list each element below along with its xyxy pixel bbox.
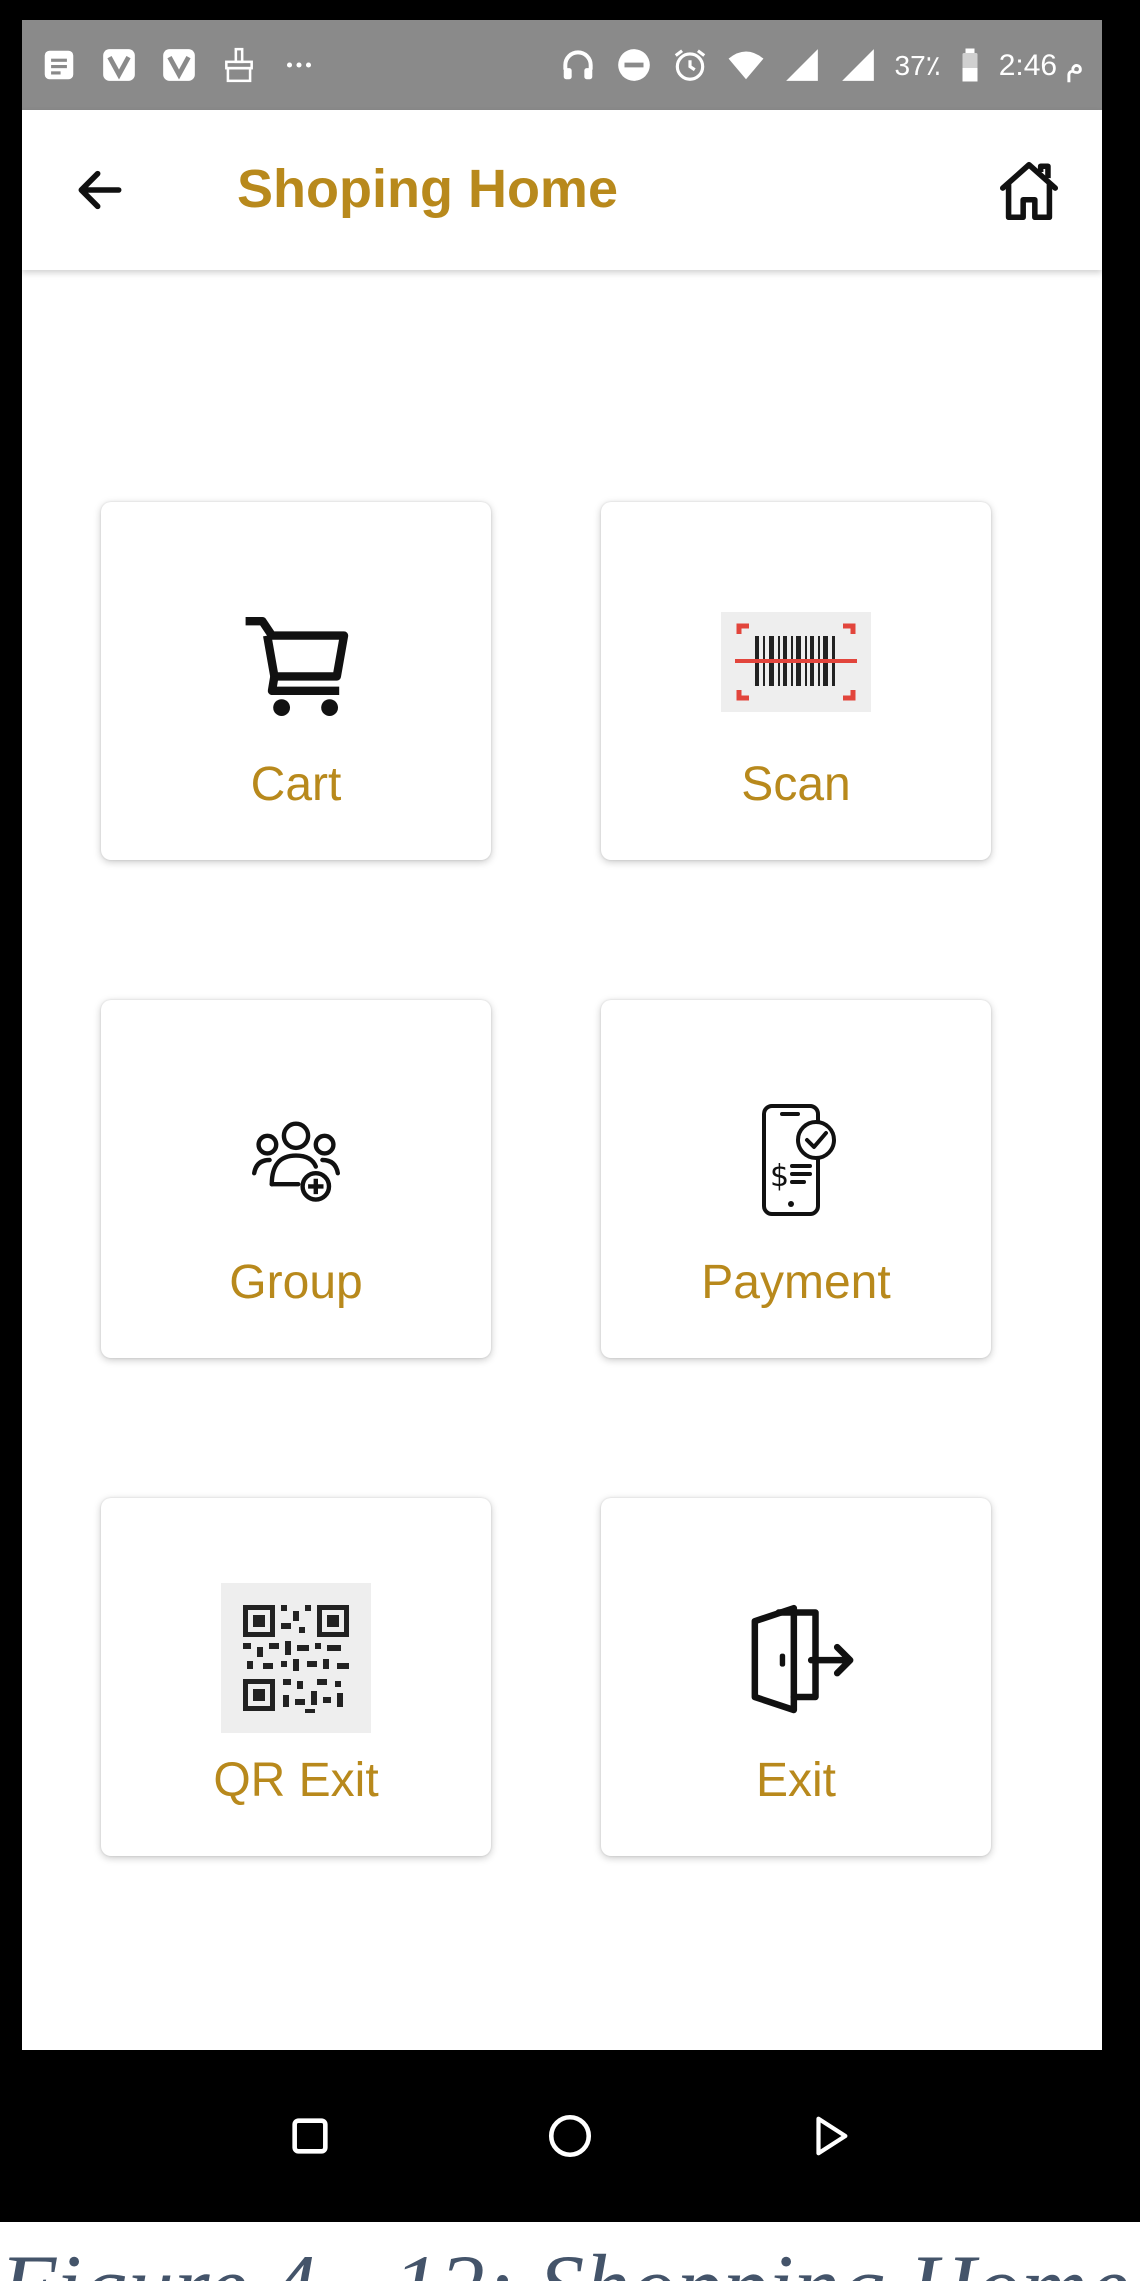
tile-label: Payment (701, 1256, 891, 1309)
v-app-notification-icon (160, 46, 198, 84)
cart-icon (221, 602, 371, 722)
mobile-payment-icon: $ (721, 1100, 871, 1220)
headset-icon (559, 46, 597, 84)
figure-caption: Figure 4 - 12: Shopping Home interface (0, 2222, 1140, 2281)
v-app-notification-icon (100, 46, 138, 84)
signal-icon (783, 46, 821, 84)
tile-grid: Cart Scan Group $ Payment QR Exit Exit (22, 270, 1102, 2050)
alarm-icon (671, 46, 709, 84)
home-icon[interactable] (994, 156, 1064, 226)
svg-text:$: $ (770, 1159, 789, 1194)
more-notifications-icon (280, 46, 318, 84)
cart-tile[interactable]: Cart (101, 502, 491, 860)
recent-apps-icon[interactable] (280, 2106, 340, 2166)
group-tile[interactable]: Group (101, 1000, 491, 1358)
clock: م 2:46 (998, 48, 1084, 82)
scan-tile[interactable]: Scan (601, 502, 991, 860)
exit-door-icon (721, 1598, 871, 1718)
back-triangle-icon[interactable] (800, 2106, 860, 2166)
battery-icon (959, 46, 981, 84)
phone-frame: 37٪ م 2:46 Shoping Home Cart Scan Group … (0, 0, 1140, 2222)
home-circle-icon[interactable] (540, 2106, 600, 2166)
tile-label: Exit (755, 1754, 836, 1807)
tile-label: Cart (250, 758, 342, 811)
tile-label: QR Exit (213, 1754, 379, 1807)
cleaner-notification-icon (220, 46, 258, 84)
notes-notification-icon (40, 46, 78, 84)
tile-label: Group (229, 1256, 363, 1309)
wifi-icon (727, 46, 765, 84)
exit-tile[interactable]: Exit (601, 1498, 991, 1856)
battery-percent: 37٪ (894, 49, 941, 81)
payment-tile[interactable]: $ Payment (601, 1000, 991, 1358)
group-add-icon (221, 1100, 371, 1220)
do-not-disturb-icon (615, 46, 653, 84)
qr-code-icon (221, 1583, 371, 1733)
status-bar: 37٪ م 2:46 (22, 20, 1102, 110)
page-title: Shoping Home (237, 159, 618, 219)
tile-label: Scan (741, 758, 851, 811)
barcode-scan-icon (721, 602, 871, 722)
phone-screen: 37٪ م 2:46 Shoping Home Cart Scan Group … (22, 20, 1102, 2050)
app-bar: Shoping Home (22, 110, 1102, 270)
qr-exit-tile[interactable]: QR Exit (101, 1498, 491, 1856)
signal-icon (839, 46, 877, 84)
system-nav-bar (0, 2050, 1140, 2222)
back-arrow-icon[interactable] (72, 162, 128, 218)
